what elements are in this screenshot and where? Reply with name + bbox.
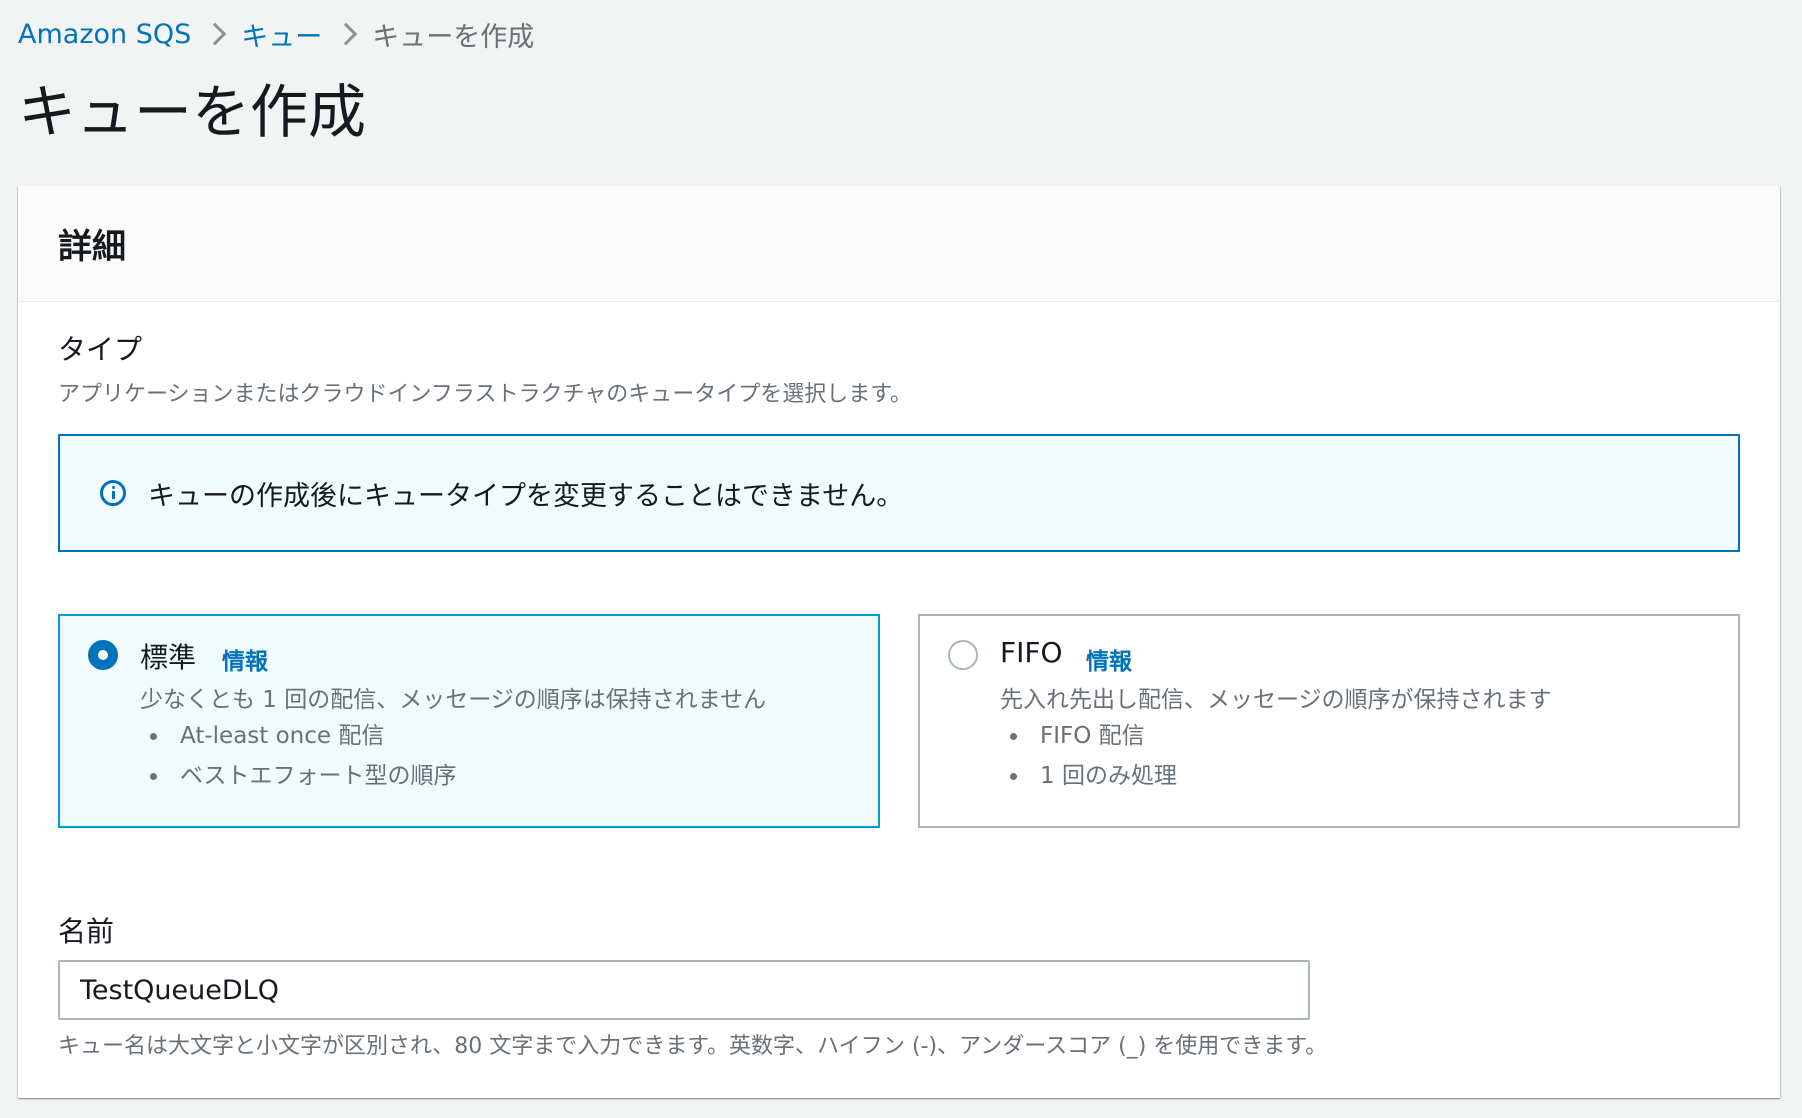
fifo-info-link[interactable]: 情報 [1086, 642, 1132, 676]
name-hint: キュー名は大文字と小文字が区別され、80 文字まで入力できます。英数字、ハイフン… [58, 1034, 1328, 1059]
fifo-feature-list: FIFO 配信 1 回のみ処理 [1000, 716, 1177, 796]
standard-feature-list: At-least once 配信 ベストエフォート型の順序 [140, 716, 456, 796]
fifo-title: FIFO [1000, 636, 1063, 669]
info-icon [100, 480, 126, 506]
chevron-right-icon [322, 14, 372, 54]
queue-type-fifo-tile[interactable]: FIFO 情報 先入れ先出し配信、メッセージの順序が保持されます FIFO 配信… [918, 614, 1740, 828]
queue-type-standard-tile[interactable]: 標準 情報 少なくとも 1 回の配信、メッセージの順序は保持されません At-l… [58, 614, 880, 828]
list-item: At-least once 配信 [140, 716, 456, 756]
standard-info-link[interactable]: 情報 [222, 642, 268, 676]
list-item: 1 回のみ処理 [1000, 756, 1177, 796]
details-heading: 詳細 [58, 227, 126, 267]
breadcrumb-amazon-sqs[interactable]: Amazon SQS [18, 19, 191, 50]
page-title: キューを作成 [18, 78, 367, 146]
fifo-radio[interactable] [948, 640, 978, 670]
fifo-description: 先入れ先出し配信、メッセージの順序が保持されます [1000, 687, 1552, 713]
details-panel: 詳細 タイプ アプリケーションまたはクラウドインフラストラクチャのキュータイプを… [18, 186, 1780, 1098]
type-label: タイプ [58, 333, 143, 366]
breadcrumb-current: キューを作成 [372, 21, 535, 53]
info-alert-text: キューの作成後にキュータイプを変更することはできません。 [148, 480, 904, 512]
info-alert: キューの作成後にキュータイプを変更することはできません。 [58, 434, 1740, 552]
breadcrumb: Amazon SQS キュー キューを作成 [18, 14, 534, 54]
queue-name-input[interactable] [58, 960, 1310, 1020]
list-item: FIFO 配信 [1000, 716, 1177, 756]
standard-title: 標準 [140, 641, 197, 674]
breadcrumb-queues[interactable]: キュー [241, 15, 322, 54]
details-panel-header: 詳細 [18, 186, 1780, 302]
standard-radio[interactable] [88, 640, 118, 670]
chevron-right-icon [191, 14, 241, 54]
standard-description: 少なくとも 1 回の配信、メッセージの順序は保持されません [140, 687, 767, 713]
type-description: アプリケーションまたはクラウドインフラストラクチャのキュータイプを選択します。 [58, 382, 913, 407]
name-label: 名前 [58, 915, 115, 948]
list-item: ベストエフォート型の順序 [140, 756, 456, 796]
